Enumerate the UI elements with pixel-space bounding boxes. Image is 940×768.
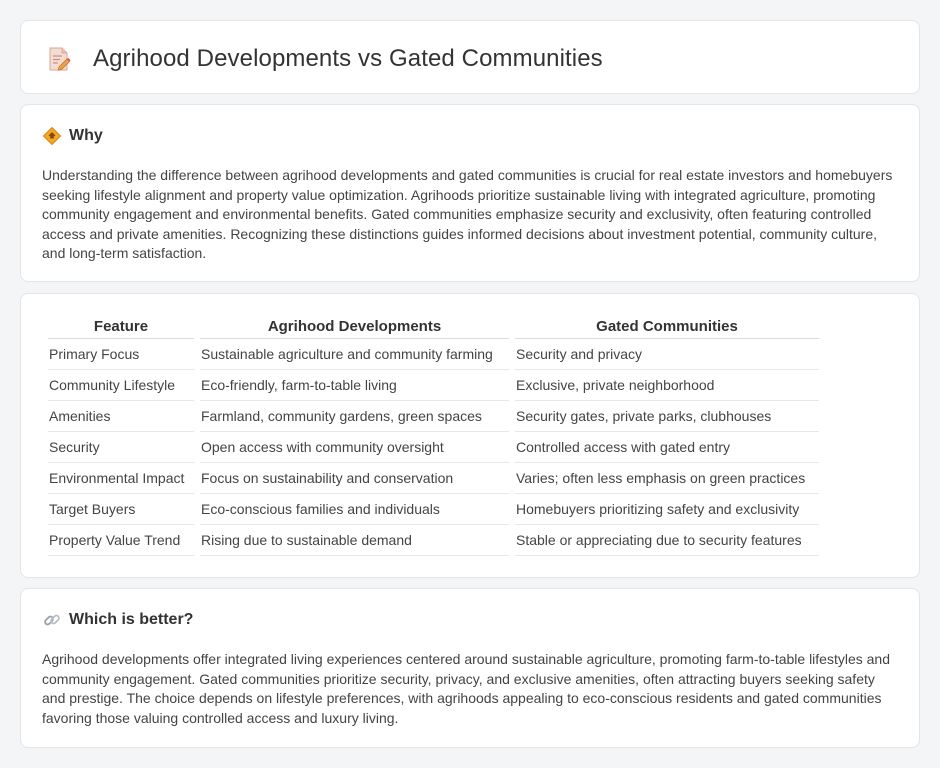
table-cell-feature: Target Buyers [48, 494, 194, 525]
table-row: Target Buyers Eco-conscious families and… [48, 494, 819, 525]
page-title: Agrihood Developments vs Gated Communiti… [93, 45, 603, 72]
table-cell-agrihood: Rising due to sustainable demand [200, 525, 509, 556]
table-cell-gated: Homebuyers prioritizing safety and exclu… [515, 494, 819, 525]
table-cell-agrihood: Focus on sustainability and conservation [200, 463, 509, 494]
column-header: Feature [48, 316, 194, 339]
column-header: Gated Communities [515, 316, 819, 339]
table-row: Amenities Farmland, community gardens, g… [48, 401, 819, 432]
column-header: Agrihood Developments [200, 316, 509, 339]
why-text: Understanding the difference between agr… [42, 167, 893, 262]
document-pencil-icon [49, 47, 71, 71]
table-cell-gated: Security and privacy [515, 339, 819, 370]
table-row: Security Open access with community over… [48, 432, 819, 463]
table-row: Community Lifestyle Eco-friendly, farm-t… [48, 370, 819, 401]
comparison-section: Feature Agrihood Developments Gated Comm… [20, 293, 920, 578]
why-section: Why Understanding the difference between… [20, 104, 920, 282]
table-row: Environmental Impact Focus on sustainabi… [48, 463, 819, 494]
table-cell-gated: Security gates, private parks, clubhouse… [515, 401, 819, 432]
table-header-row: Feature Agrihood Developments Gated Comm… [48, 316, 819, 339]
table-cell-feature: Property Value Trend [48, 525, 194, 556]
table-cell-gated: Controlled access with gated entry [515, 432, 819, 463]
header-card: Agrihood Developments vs Gated Communiti… [20, 20, 920, 94]
table-cell-feature: Security [48, 432, 194, 463]
why-title: Why [69, 127, 103, 144]
comparison-table: Feature Agrihood Developments Gated Comm… [42, 316, 825, 556]
table-cell-agrihood: Eco-conscious families and individuals [200, 494, 509, 525]
table-cell-agrihood: Farmland, community gardens, green space… [200, 401, 509, 432]
table-row: Property Value Trend Rising due to susta… [48, 525, 819, 556]
table-cell-gated: Varies; often less emphasis on green pra… [515, 463, 819, 494]
which-better-title: Which is better? [69, 611, 194, 628]
table-cell-feature: Community Lifestyle [48, 370, 194, 401]
table-cell-feature: Environmental Impact [48, 463, 194, 494]
which-better-text: Agrihood developments offer integrated l… [42, 651, 891, 726]
table-cell-feature: Amenities [48, 401, 194, 432]
table-cell-gated: Exclusive, private neighborhood [515, 370, 819, 401]
diamond-sign-icon [43, 127, 61, 145]
table-cell-agrihood: Sustainable agriculture and community fa… [200, 339, 509, 370]
which-better-section: Which is better? Agrihood developments o… [20, 588, 920, 748]
table-cell-agrihood: Open access with community oversight [200, 432, 509, 463]
table-cell-feature: Primary Focus [48, 339, 194, 370]
table-cell-gated: Stable or appreciating due to security f… [515, 525, 819, 556]
link-icon [44, 614, 60, 626]
table-row: Primary Focus Sustainable agriculture an… [48, 339, 819, 370]
table-cell-agrihood: Eco-friendly, farm-to-table living [200, 370, 509, 401]
